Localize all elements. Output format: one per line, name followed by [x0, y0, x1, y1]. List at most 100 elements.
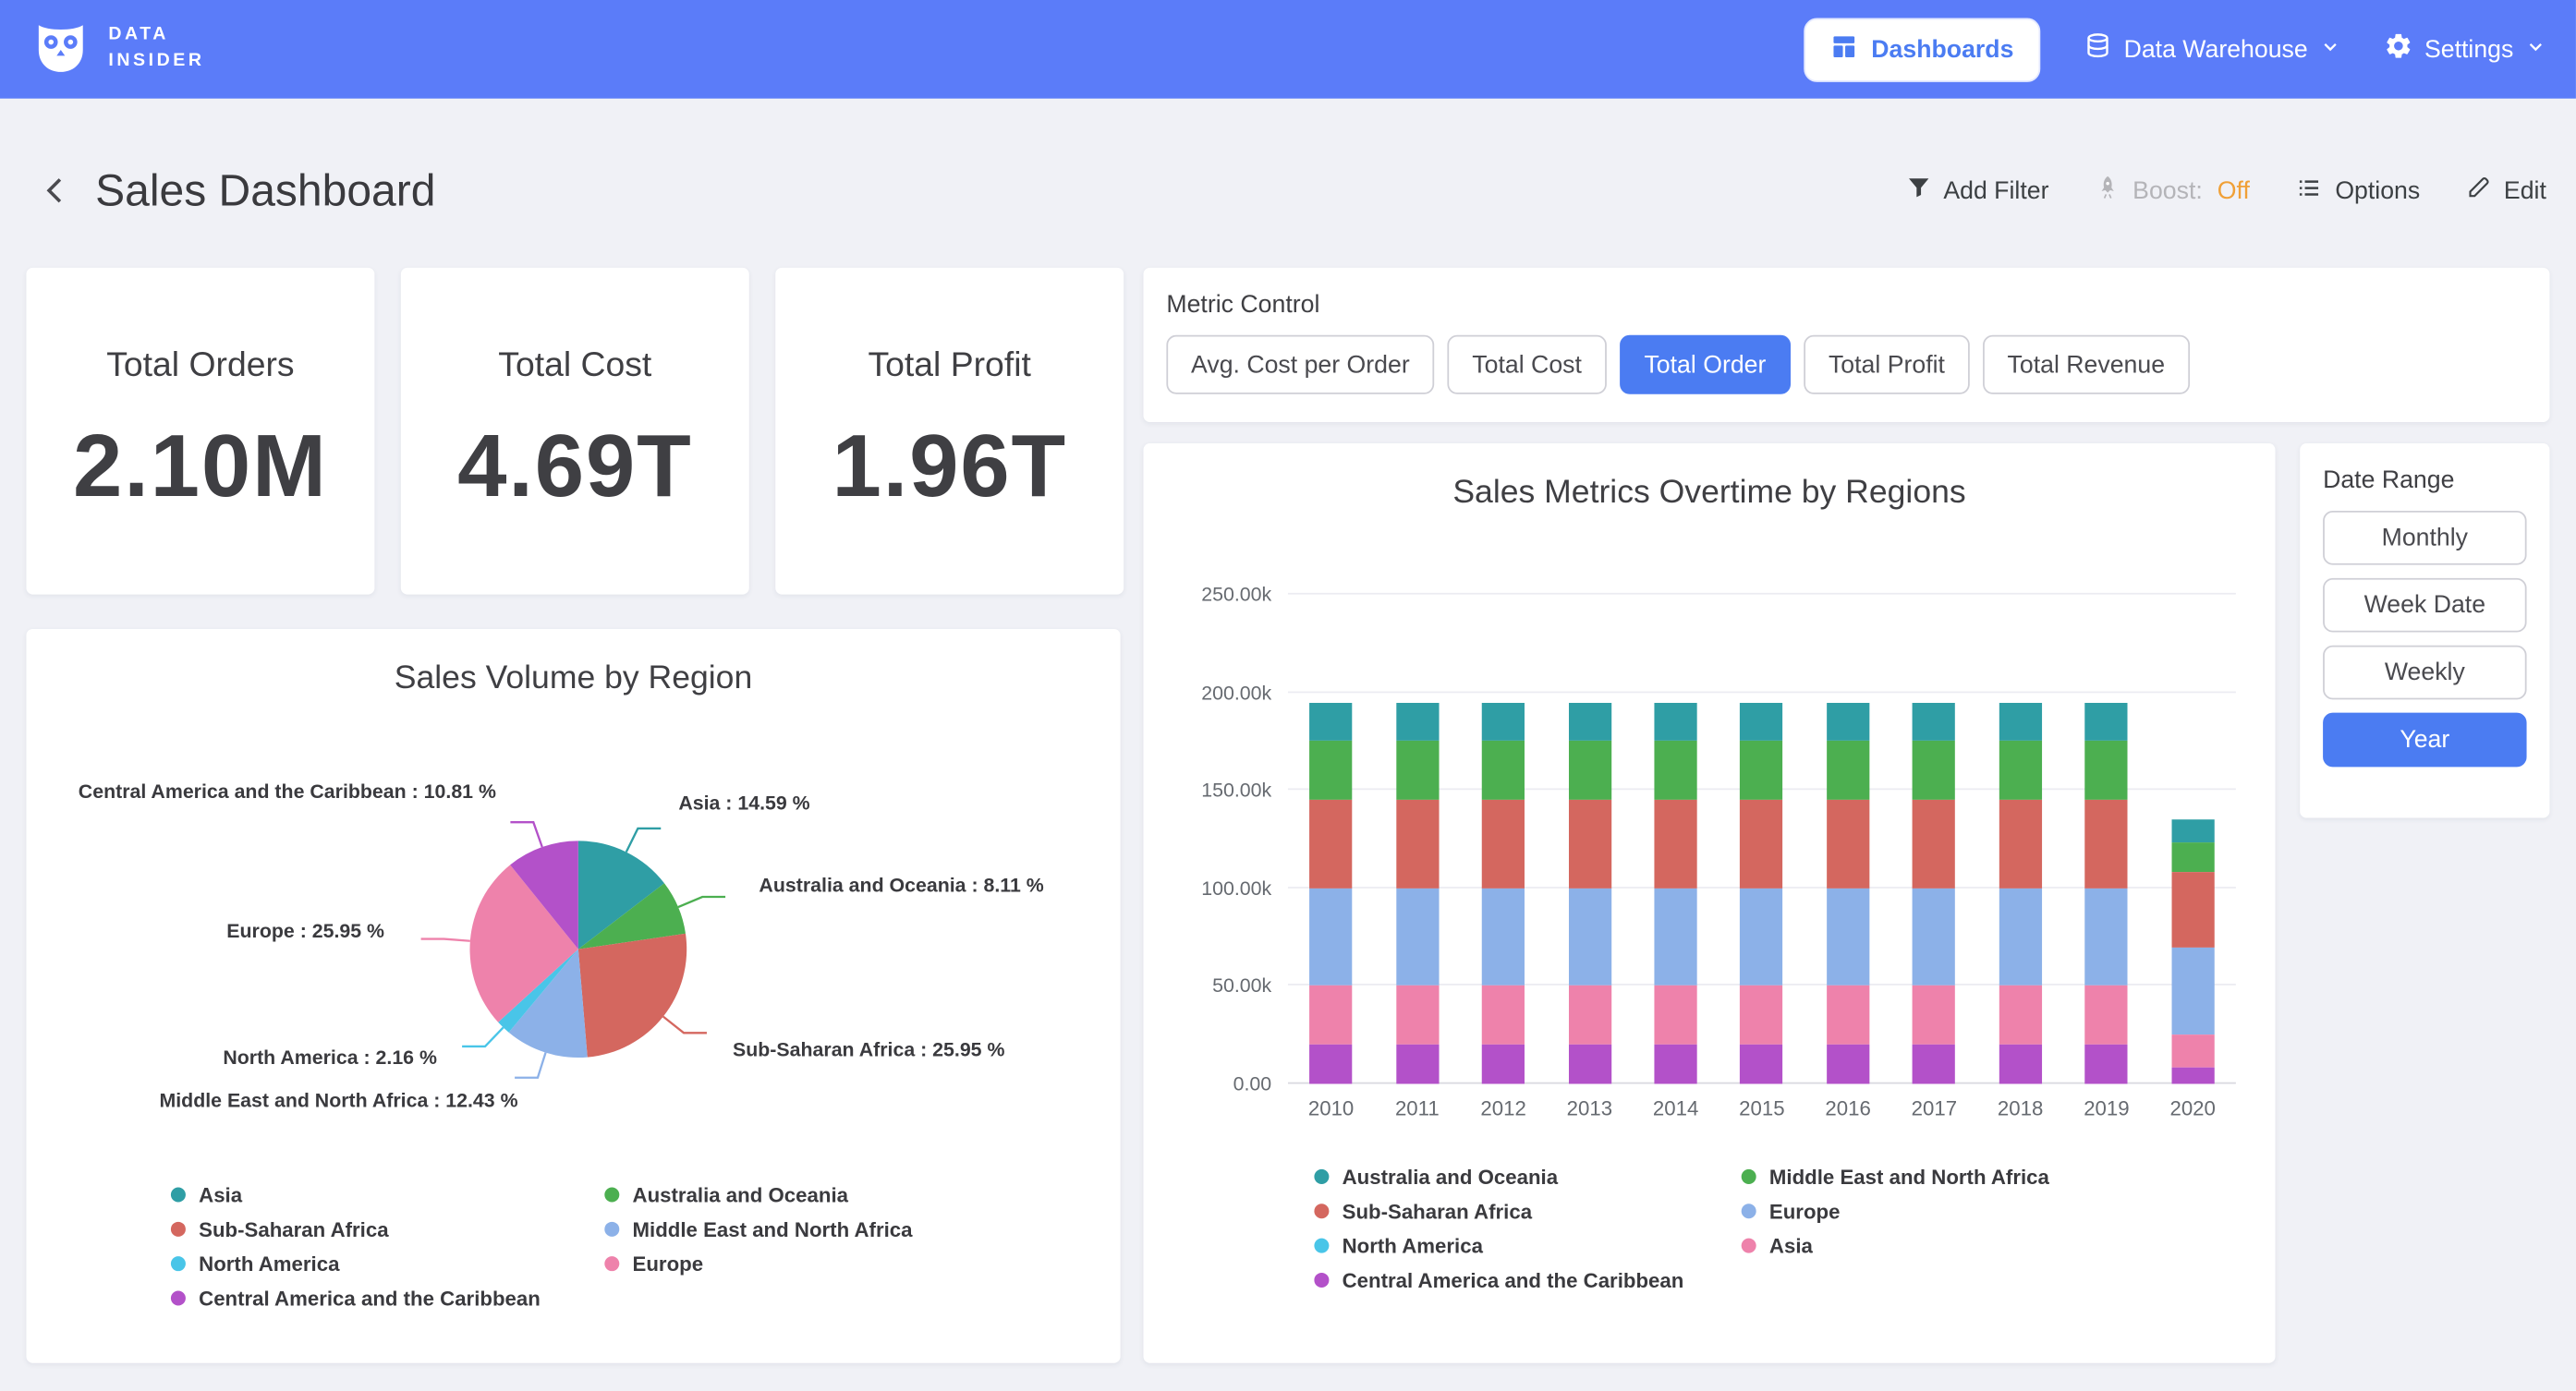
- nav-item-settings[interactable]: Settings: [2384, 31, 2546, 67]
- date-button-weekly[interactable]: Weekly: [2323, 646, 2526, 700]
- bar-column-2020[interactable]: [2150, 595, 2236, 1084]
- metric-button-total-cost[interactable]: Total Cost: [1448, 335, 1607, 394]
- bar-column-2010[interactable]: [1288, 595, 1374, 1084]
- nav-item-data-warehouse[interactable]: Data Warehouse: [2083, 31, 2340, 67]
- bar-stack: [1913, 595, 1955, 1084]
- metric-button-avg-cost-per-order[interactable]: Avg. Cost per Order: [1166, 335, 1434, 394]
- date-button-year[interactable]: Year: [2323, 713, 2526, 768]
- rocket-icon: [2095, 174, 2120, 207]
- nav-item-dashboards[interactable]: Dashboards: [1804, 18, 2040, 81]
- bar-segment-europe: [1999, 889, 2042, 986]
- date-button-week-date[interactable]: Week Date: [2323, 578, 2526, 633]
- bar-segment-europe: [1568, 889, 1610, 986]
- nav-label-dashboards: Dashboards: [1871, 35, 2013, 63]
- bar-segment-central-america-and-the-caribbean: [2171, 1069, 2214, 1084]
- legend-color-dot: [171, 1187, 186, 1202]
- bar-segment-central-america-and-the-caribbean: [1741, 1045, 1783, 1083]
- metric-button-total-order[interactable]: Total Order: [1620, 335, 1791, 394]
- bar-column-2016[interactable]: [1805, 595, 1891, 1084]
- x-axis-label: 2010: [1288, 1097, 1374, 1120]
- bar-column-2018[interactable]: [1977, 595, 2063, 1084]
- bar-chart-title: Sales Metrics Overtime by Regions: [1143, 443, 2275, 513]
- x-axis-label: 2015: [1719, 1097, 1804, 1120]
- legend-item-sub-saharan-africa[interactable]: Sub-Saharan Africa: [1314, 1194, 1741, 1228]
- bar-segment-europe: [1827, 889, 1869, 986]
- add-filter-button[interactable]: Add Filter: [1905, 174, 2048, 207]
- legend-label: Middle East and North Africa: [1769, 1165, 2049, 1188]
- metric-button-total-revenue[interactable]: Total Revenue: [1983, 335, 2190, 394]
- pie-slice-sub-saharan-africa[interactable]: [578, 934, 687, 1058]
- metric-control-card: Metric Control Avg. Cost per OrderTotal …: [1143, 268, 2549, 422]
- bar-column-2015[interactable]: [1719, 595, 1804, 1084]
- bar-segment-central-america-and-the-caribbean: [1309, 1045, 1352, 1083]
- bar-stack: [1655, 595, 1697, 1084]
- legend-item-central-america-and-the-caribbean[interactable]: Central America and the Caribbean: [171, 1281, 604, 1315]
- bar-segment-central-america-and-the-caribbean: [1482, 1045, 1525, 1083]
- legend-item-north-america[interactable]: North America: [1314, 1228, 1741, 1263]
- options-label: Options: [2335, 176, 2420, 204]
- pie-label-line: [626, 829, 661, 853]
- bar-column-2017[interactable]: [1891, 595, 1977, 1084]
- brand-name: DATAINSIDER: [108, 23, 204, 76]
- bar-segment-asia: [1655, 986, 1697, 1046]
- y-tick-label: 200.00k: [1147, 681, 1271, 704]
- brand-logo[interactable]: DATAINSIDER: [30, 14, 205, 84]
- bar-segment-central-america-and-the-caribbean: [1655, 1045, 1697, 1083]
- back-button[interactable]: [30, 164, 82, 217]
- legend-label: North America: [199, 1252, 339, 1276]
- legend-item-sub-saharan-africa[interactable]: Sub-Saharan Africa: [171, 1212, 604, 1246]
- bar-segment-asia: [1827, 986, 1869, 1046]
- legend-item-asia[interactable]: Asia: [171, 1178, 604, 1212]
- legend-item-australia-and-oceania[interactable]: Australia and Oceania: [604, 1178, 912, 1212]
- bar-column-2019[interactable]: [2063, 595, 2149, 1084]
- bar-segment-europe: [1741, 889, 1783, 986]
- add-filter-label: Add Filter: [1943, 176, 2048, 204]
- bar-segment-sub-saharan-africa: [2085, 800, 2128, 888]
- filter-funnel-icon: [1905, 174, 1931, 207]
- bar-segment-middle-east-and-north-africa: [2171, 843, 2214, 873]
- y-tick-label: 150.00k: [1147, 779, 1271, 802]
- bar-column-2011[interactable]: [1374, 595, 1460, 1084]
- bar-segment-australia-and-oceania: [1913, 702, 1955, 741]
- bar-segment-middle-east-and-north-africa: [1655, 742, 1697, 801]
- bars-row: [1288, 595, 2236, 1084]
- bar-column-2012[interactable]: [1460, 595, 1546, 1084]
- bar-segment-middle-east-and-north-africa: [1827, 742, 1869, 801]
- x-axis-label: 2011: [1374, 1097, 1460, 1120]
- kpi-value: 2.10M: [73, 415, 328, 516]
- date-button-monthly[interactable]: Monthly: [2323, 511, 2526, 565]
- bar-segment-central-america-and-the-caribbean: [1913, 1045, 1955, 1083]
- top-nav-bar: DATAINSIDER Dashboards: [0, 0, 2576, 99]
- metric-button-total-profit[interactable]: Total Profit: [1804, 335, 1969, 394]
- pie-callout-0: Asia : 14.59 %: [678, 792, 809, 815]
- edit-button[interactable]: Edit: [2466, 174, 2546, 207]
- legend-item-europe[interactable]: Europe: [604, 1247, 912, 1281]
- bar-column-2013[interactable]: [1547, 595, 1633, 1084]
- x-axis-label: 2014: [1633, 1097, 1719, 1120]
- legend-color-dot: [171, 1291, 186, 1306]
- legend-item-north-america[interactable]: North America: [171, 1247, 604, 1281]
- legend-label: Europe: [633, 1252, 704, 1276]
- bar-segment-middle-east-and-north-africa: [1568, 742, 1610, 801]
- legend-item-middle-east-and-north-africa[interactable]: Middle East and North Africa: [1742, 1159, 2049, 1193]
- legend-item-asia[interactable]: Asia: [1742, 1228, 2049, 1263]
- bar-segment-central-america-and-the-caribbean: [2085, 1045, 2128, 1083]
- bar-segment-australia-and-oceania: [1655, 702, 1697, 741]
- boost-toggle[interactable]: Boost: Off: [2095, 174, 2250, 207]
- chevron-down-icon: [2319, 35, 2340, 63]
- legend-item-europe[interactable]: Europe: [1742, 1194, 2049, 1228]
- pie-legend: AsiaSub-Saharan Africa North America Centr…: [26, 1178, 1120, 1315]
- legend-item-middle-east-and-north-africa[interactable]: Middle East and North Africa: [604, 1212, 912, 1246]
- metric-control-buttons: Avg. Cost per OrderTotal CostTotal Order…: [1166, 335, 2526, 394]
- bar-stack: [1827, 595, 1869, 1084]
- bar-legend: Australia and Oceania Sub-Saharan AfricaN…: [1143, 1159, 2275, 1297]
- legend-item-central-america-and-the-caribbean[interactable]: Central America and the Caribbean: [1314, 1263, 1741, 1297]
- legend-item-australia-and-oceania[interactable]: Australia and Oceania: [1314, 1159, 1741, 1193]
- bar-segment-asia: [1309, 986, 1352, 1046]
- bar-column-2014[interactable]: [1633, 595, 1719, 1084]
- legend-label: Australia and Oceania: [1343, 1165, 1558, 1188]
- pie-label-line: [515, 1053, 545, 1078]
- options-button[interactable]: Options: [2296, 174, 2421, 208]
- bar-segment-asia: [1999, 986, 2042, 1046]
- bar-stack: [2085, 595, 2128, 1084]
